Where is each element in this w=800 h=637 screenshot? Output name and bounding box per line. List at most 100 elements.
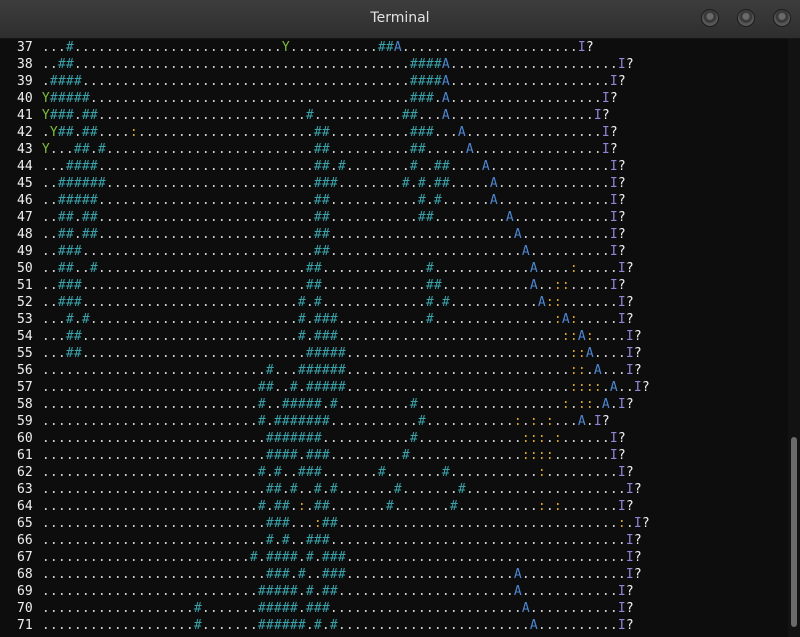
line-number: 57 [17,380,33,395]
terminal-line: 70 ...................#.......#####.###.… [17,600,650,617]
line-text: ...####...........................##.#..… [41,159,626,174]
line-number: 46 [17,193,33,208]
terminal-lines: 37 ...#..........................Y......… [17,39,650,634]
terminal-line: 60 ............................#######..… [17,430,650,447]
line-text: Y#####..................................… [41,91,618,106]
line-number: 42 [17,125,33,140]
terminal-line: 44 ...####...........................##.… [17,158,650,175]
line-number: 68 [17,567,33,582]
line-number: 70 [17,601,33,616]
line-text: Y...##.#..........................##....… [41,142,618,157]
line-text: ............................####.###....… [41,448,626,463]
line-number: 44 [17,159,33,174]
line-text: ...........................#..#####.#...… [41,397,634,412]
line-text: ..######..........................###...… [41,176,626,191]
line-text: ...##............................#####..… [41,346,642,361]
line-text: ...........................#.#..###.....… [41,465,634,480]
terminal-line: 61 ............................####.###.… [17,447,650,464]
terminal-line: 58 ...........................#..#####.#… [17,396,650,413]
terminal-line: 55 ...##............................####… [17,345,650,362]
terminal-line: 59 ...........................#.#######.… [17,413,650,430]
line-number: 43 [17,142,33,157]
line-text: ..###............................##.....… [41,278,626,293]
line-text: ..........................#.####.#.###..… [41,550,642,565]
line-number: 47 [17,210,33,225]
terminal-line: 42 .Y##.##....:......................##.… [17,124,650,141]
line-number: 54 [17,329,33,344]
line-text: ...#.#..........................#.###...… [41,312,634,327]
terminal-line: 43 Y...##.#..........................##.… [17,141,650,158]
line-number: 66 [17,533,33,548]
line-number: 48 [17,227,33,242]
line-text: .####...................................… [41,74,626,89]
scrollbar-thumb[interactable] [791,437,797,627]
terminal-line: 66 ............................#.#..###.… [17,532,650,549]
line-text: ...........................#.#######....… [41,414,610,429]
line-number: 40 [17,91,33,106]
terminal-line: 37 ...#..........................Y......… [17,39,650,56]
terminal-line: 52 ..###...........................#.#..… [17,294,650,311]
line-text: ............................###.#..###..… [41,567,642,582]
terminal-line: 69 ...........................#####.#.##… [17,583,650,600]
line-number: 64 [17,499,33,514]
line-number: 53 [17,312,33,327]
line-text: ..##.##...........................##....… [41,210,626,225]
line-text: ..#####...........................##....… [41,193,626,208]
line-number: 52 [17,295,33,310]
line-number: 65 [17,516,33,531]
line-text: ...##...........................#.###...… [41,329,642,344]
line-text: ..###...........................#.#.....… [41,295,634,310]
maximize-button[interactable] [738,10,754,26]
line-text: ............................##.#..#.#...… [41,482,642,497]
line-text: ...........................#.##.:.##....… [41,499,634,514]
line-number: 63 [17,482,33,497]
terminal-line: 63 ............................##.#..#.#… [17,481,650,498]
line-number: 55 [17,346,33,361]
terminal-line: 51 ..###............................##..… [17,277,650,294]
line-number: 62 [17,465,33,480]
line-text: Y###.##..........................#......… [41,108,610,123]
line-number: 45 [17,176,33,191]
terminal-line: 65 ............................###...:##… [17,515,650,532]
line-number: 37 [17,40,33,55]
terminal-line: 41 Y###.##..........................#...… [17,107,650,124]
line-number: 60 [17,431,33,446]
line-number: 51 [17,278,33,293]
terminal-window: Terminal 37 ...#........................… [0,0,800,637]
line-text: ............................#...######..… [41,363,642,378]
terminal-line: 62 ...........................#.#..###..… [17,464,650,481]
line-text: ..##.##...........................##....… [41,227,626,242]
terminal-line: 45 ..######..........................###… [17,175,650,192]
terminal-line: 47 ..##.##...........................##.… [17,209,650,226]
terminal-output[interactable]: 37 ...#..........................Y......… [0,39,788,637]
terminal-line: 48 ..##.##...........................##.… [17,226,650,243]
terminal-line: 38 ..##.................................… [17,56,650,73]
line-number: 67 [17,550,33,565]
terminal-line: 50 ..##..#..........................##..… [17,260,650,277]
line-text: ............................#.#..###....… [41,533,642,548]
scrollbar[interactable] [788,39,800,637]
minimize-button[interactable] [702,10,718,26]
terminal-line: 67 ..........................#.####.#.##… [17,549,650,566]
terminal-line: 56 ............................#...#####… [17,362,650,379]
line-number: 56 [17,363,33,378]
line-text: ............................###...:##...… [41,516,650,531]
terminal-line: 68 ............................###.#..##… [17,566,650,583]
terminal-line: 39 .####................................… [17,73,650,90]
terminal-line: 54 ...##...........................#.###… [17,328,650,345]
close-button[interactable] [774,10,790,26]
terminal-line: 49 ..###.............................##.… [17,243,650,260]
line-text: ...........................#####.#.##...… [41,584,634,599]
line-number: 41 [17,108,33,123]
terminal-line: 53 ...#.#..........................#.###… [17,311,650,328]
terminal-line: 57 ...........................##..#.####… [17,379,650,396]
line-number: 39 [17,74,33,89]
line-number: 69 [17,584,33,599]
line-text: ...#..........................Y.........… [41,40,594,55]
title-bar[interactable]: Terminal [0,0,800,39]
line-number: 50 [17,261,33,276]
line-text: ...................#.......######.#.#...… [41,618,634,633]
line-text: ...................#.......#####.###....… [41,601,634,616]
terminal-line: 40 Y#####...............................… [17,90,650,107]
line-text: .Y##.##....:......................##....… [41,125,618,140]
